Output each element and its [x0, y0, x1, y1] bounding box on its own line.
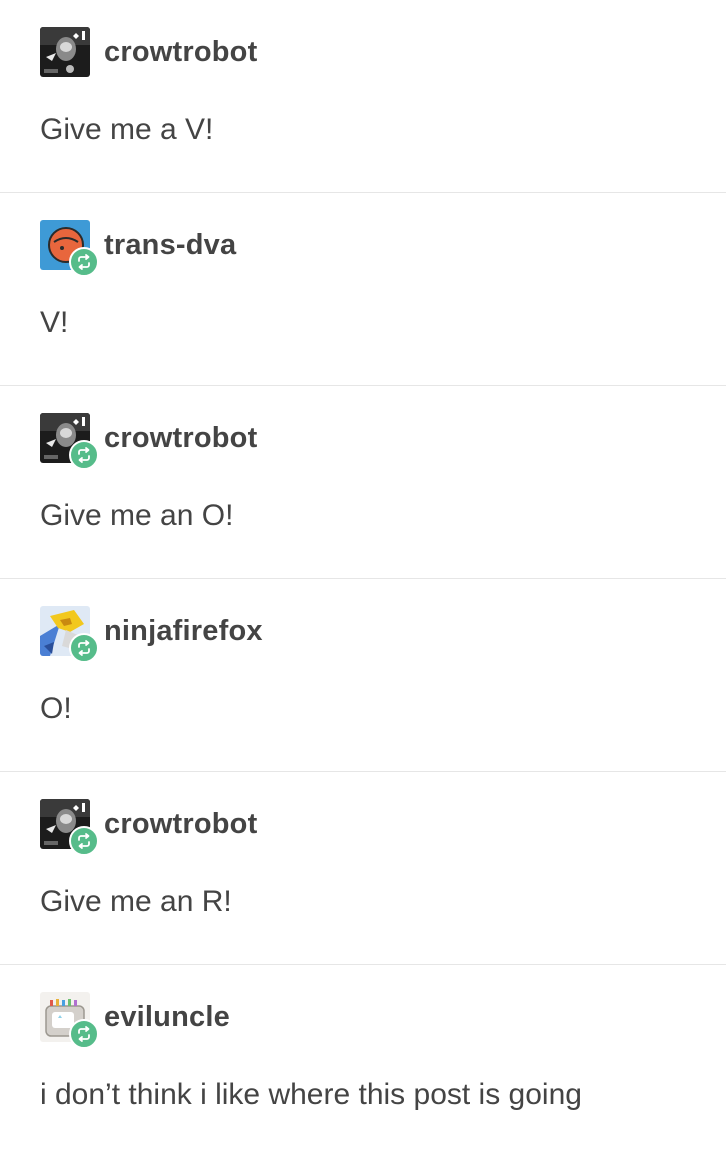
post-text: Give me a V!: [40, 113, 214, 146]
post-text: Give me an R!: [40, 885, 232, 918]
post-header: crowtrobot: [40, 799, 257, 856]
reblog-icon: [69, 1019, 99, 1049]
post-header: crowtrobot: [40, 27, 257, 77]
post-text: i don’t think i like where this post is …: [40, 1078, 582, 1111]
post-header: ninjafirefox: [40, 606, 263, 663]
thread-post: eviluncle i don’t think i like where thi…: [0, 965, 726, 1145]
thread-post: crowtrobot Give me an O!: [0, 386, 726, 579]
post-header: trans-dva: [40, 220, 236, 277]
post-header: crowtrobot: [40, 413, 257, 470]
dark-robot-avatar-icon[interactable]: [40, 413, 99, 470]
post-text: O!: [40, 692, 72, 725]
toaster-avatar-icon[interactable]: [40, 992, 99, 1049]
reblog-icon: [69, 633, 99, 663]
reblog-icon: [69, 247, 99, 277]
post-text: Give me an O!: [40, 499, 234, 532]
post-header: eviluncle: [40, 992, 230, 1049]
dark-robot-avatar-icon[interactable]: [40, 27, 90, 77]
orange-circle-avatar-icon[interactable]: [40, 220, 99, 277]
post-text: V!: [40, 306, 69, 339]
post-username[interactable]: crowtrobot: [104, 36, 257, 69]
reblog-icon: [69, 440, 99, 470]
yellow-character-avatar-icon[interactable]: [40, 606, 99, 663]
post-username[interactable]: crowtrobot: [104, 422, 257, 455]
post-username[interactable]: eviluncle: [104, 1001, 230, 1034]
thread-post: crowtrobot Give me a V!: [0, 0, 726, 193]
post-username[interactable]: trans-dva: [104, 229, 236, 262]
post-username[interactable]: crowtrobot: [104, 808, 257, 841]
thread-post: trans-dva V!: [0, 193, 726, 386]
thread-post: crowtrobot Give me an R!: [0, 772, 726, 965]
dark-robot-avatar-icon[interactable]: [40, 799, 99, 856]
thread-post: ninjafirefox O!: [0, 579, 726, 772]
reblog-icon: [69, 826, 99, 856]
post-username[interactable]: ninjafirefox: [104, 615, 263, 648]
reblog-thread: crowtrobot Give me a V! trans-dva V! cro…: [0, 0, 726, 1145]
